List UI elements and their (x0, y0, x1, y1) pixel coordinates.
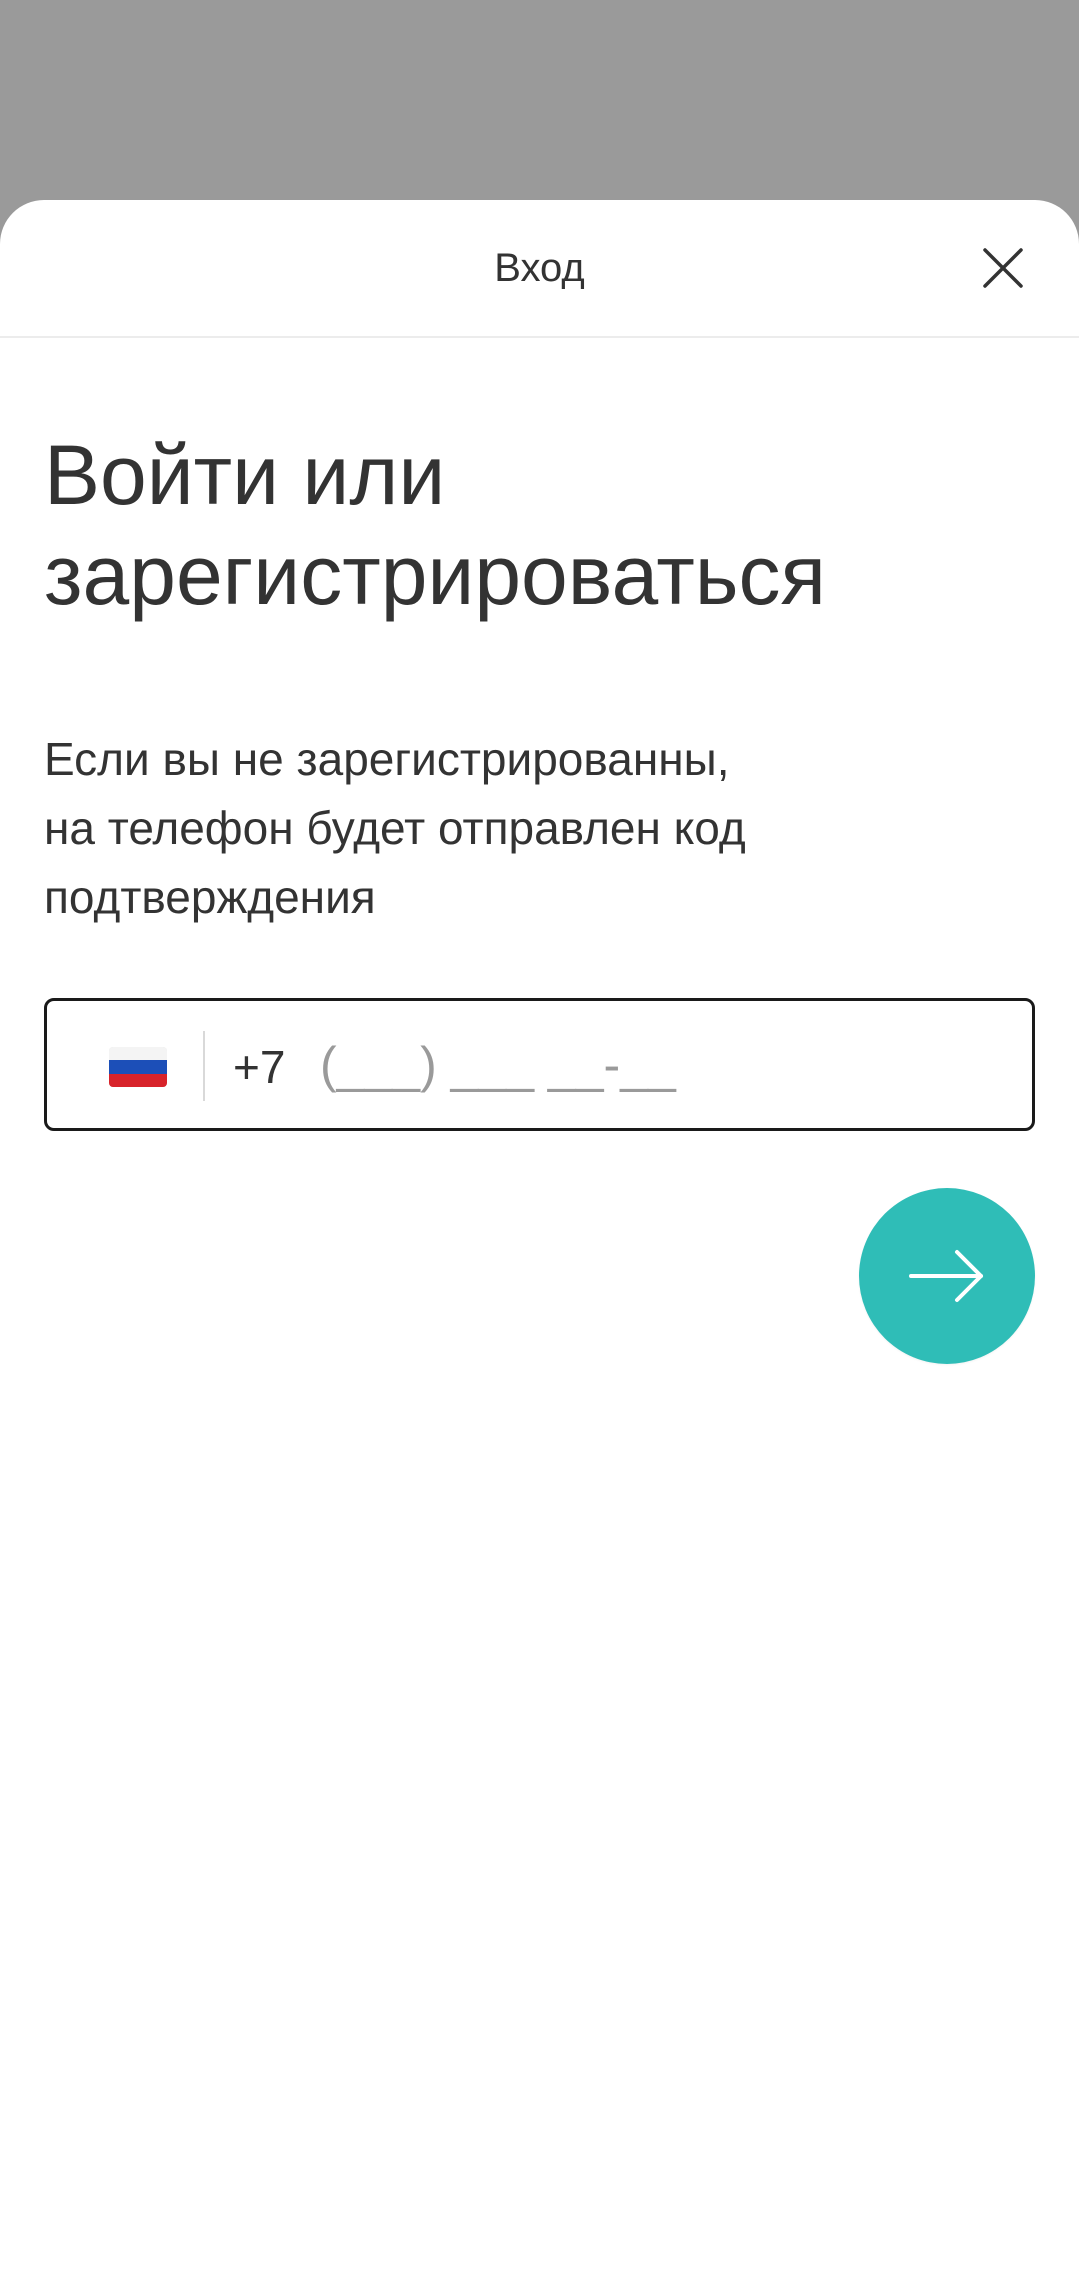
sheet-header: Вход (0, 200, 1079, 338)
description-line-3: подтверждения (44, 871, 376, 923)
modal-backdrop[interactable] (0, 0, 1079, 200)
phone-field[interactable]: +7 (44, 998, 1035, 1131)
next-button[interactable] (859, 1188, 1035, 1364)
phone-prefix: +7 (233, 1041, 286, 1093)
field-divider (203, 1031, 205, 1101)
phone-input[interactable] (320, 1025, 1010, 1105)
heading-line-2: зарегистрироваться (44, 528, 827, 622)
login-bottom-sheet: Вход Войти или зарегистрироваться Если в… (0, 200, 1079, 2275)
heading-line-1: Войти или (44, 428, 446, 522)
sheet-title: Вход (494, 246, 585, 290)
description-line-1: Если вы не зарегистрированны, (44, 733, 730, 785)
close-icon (983, 248, 1023, 288)
close-button[interactable] (979, 244, 1027, 292)
country-selector[interactable] (47, 1001, 205, 1128)
description-text: Если вы не зарегистрированны, на телефон… (44, 725, 864, 932)
russia-flag-icon (109, 1047, 167, 1087)
page-heading: Войти или зарегистрироваться (44, 425, 1044, 625)
description-line-2: на телефон будет отправлен код (44, 802, 746, 854)
arrow-right-icon (909, 1250, 983, 1302)
